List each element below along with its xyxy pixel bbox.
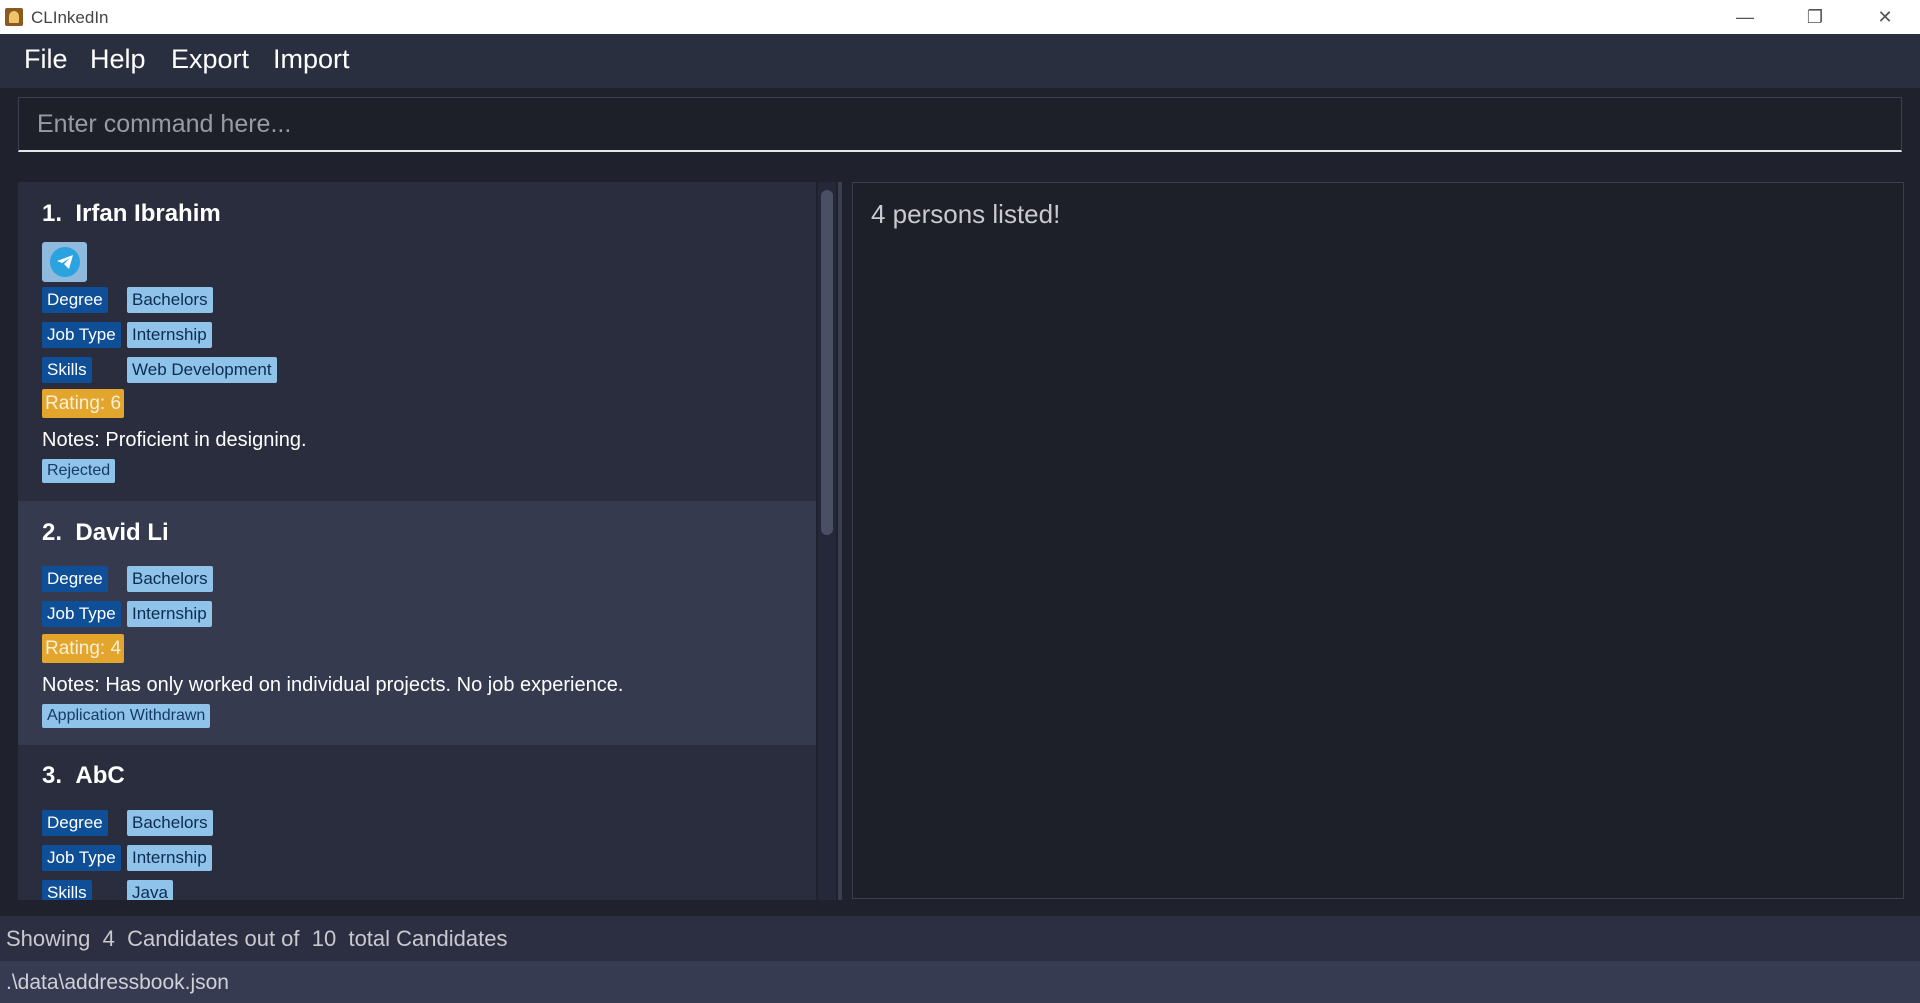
status-badge: Application Withdrawn	[42, 704, 211, 728]
person-name: 1. Irfan Ibrahim	[42, 200, 221, 227]
command-box-container	[0, 88, 1920, 164]
person-card[interactable]: 2. David Li Degree Bachelors Job Type In…	[18, 501, 816, 745]
file-path-bar: .\data\addressbook.json	[0, 961, 1920, 1003]
job-type-value-tag: Internship	[127, 845, 212, 871]
minimize-icon: —	[1736, 6, 1754, 27]
close-icon: ✕	[1877, 6, 1893, 27]
degree-key-tag: Degree	[42, 287, 108, 313]
person-name: 2. David Li	[42, 519, 169, 546]
degree-key-tag: Degree	[42, 810, 108, 836]
minimize-button[interactable]: —	[1710, 0, 1780, 34]
degree-value-tag: Bachelors	[127, 287, 213, 313]
job-type-key-tag: Job Type	[42, 322, 121, 348]
list-scrollbar[interactable]	[818, 182, 836, 900]
menu-import[interactable]: Import	[273, 44, 350, 75]
save-file-path: .\data\addressbook.json	[6, 971, 229, 994]
notes-text: Notes: Proficient in designing.	[42, 429, 307, 451]
menu-export[interactable]: Export	[171, 44, 249, 75]
maximize-button[interactable]: ❐	[1780, 0, 1850, 34]
restore-icon: ❐	[1806, 6, 1824, 27]
scrollbar-thumb[interactable]	[821, 190, 833, 535]
job-type-key-tag: Job Type	[42, 845, 121, 871]
job-type-value-tag: Internship	[127, 601, 212, 627]
person-card[interactable]: 1. Irfan Ibrahim Degree Bachelors Job Ty…	[18, 182, 816, 501]
job-type-value-tag: Internship	[127, 322, 212, 348]
rating-badge: Rating: 4	[42, 634, 125, 663]
split-divider[interactable]	[838, 182, 842, 900]
person-name: 3. AbC	[42, 762, 125, 789]
command-input[interactable]	[18, 97, 1902, 152]
main-area: 1. Irfan Ibrahim Degree Bachelors Job Ty…	[0, 164, 1920, 916]
candidate-count-text: Showing 4 Candidates out of 10 total Can…	[6, 926, 508, 951]
degree-value-tag: Bachelors	[127, 566, 213, 592]
menu-file[interactable]: File	[24, 44, 68, 75]
rating-badge: Rating: 6	[42, 389, 125, 418]
person-list[interactable]: 1. Irfan Ibrahim Degree Bachelors Job Ty…	[18, 182, 816, 900]
telegram-icon	[50, 247, 80, 277]
app-logo-icon	[5, 8, 23, 26]
close-button[interactable]: ✕	[1850, 0, 1920, 34]
result-display: 4 persons listed!	[852, 182, 1904, 899]
menu-bar: File Help Export Import	[0, 34, 1920, 88]
menu-help[interactable]: Help	[90, 44, 146, 75]
skills-value-tag: Web Development	[127, 357, 277, 383]
skills-key-tag: Skills	[42, 357, 92, 383]
degree-value-tag: Bachelors	[127, 810, 213, 836]
result-message: 4 persons listed!	[871, 199, 1061, 229]
skills-key-tag: Skills	[42, 880, 92, 900]
job-type-key-tag: Job Type	[42, 601, 121, 627]
telegram-button[interactable]	[42, 242, 87, 282]
degree-key-tag: Degree	[42, 566, 108, 592]
person-card[interactable]: 3. AbC Degree Bachelors Job Type Interns…	[18, 745, 816, 900]
candidate-count-bar: Showing 4 Candidates out of 10 total Can…	[0, 916, 1920, 961]
status-badge: Rejected	[42, 459, 116, 483]
window-title: CLInkedIn	[31, 8, 109, 27]
skills-value-tag: Java	[127, 880, 173, 900]
notes-text: Notes: Has only worked on individual pro…	[42, 674, 624, 696]
title-bar: CLInkedIn — ❐ ✕	[0, 0, 1920, 34]
